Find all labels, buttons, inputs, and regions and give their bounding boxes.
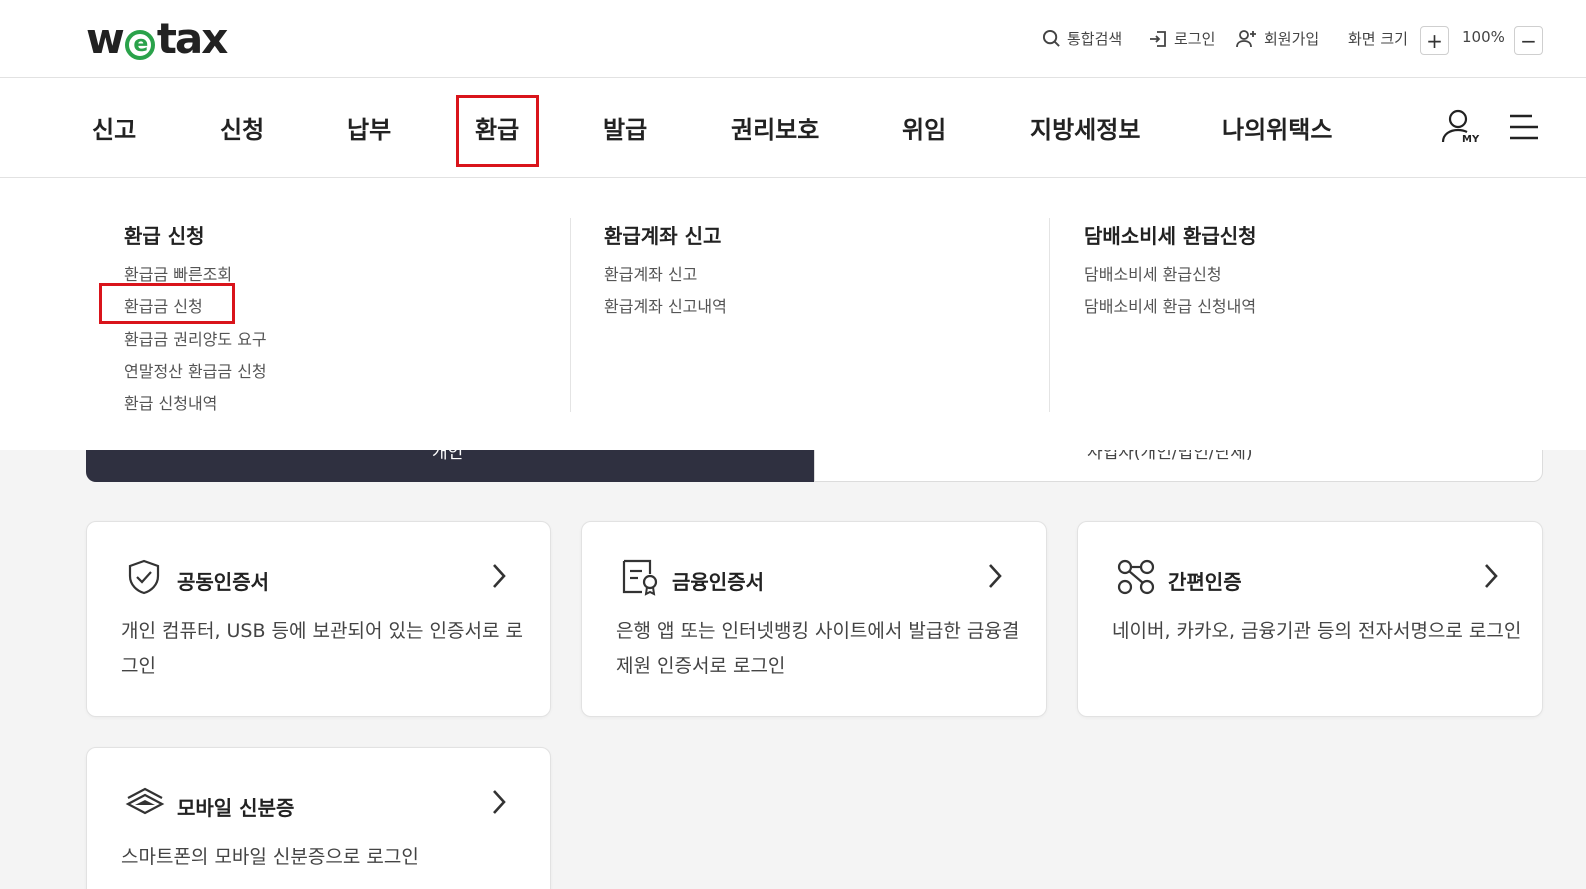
id-card-stack-icon <box>125 787 165 815</box>
menu-title-refund-apply[interactable]: 환급 신청 <box>124 220 205 249</box>
card-description: 은행 앱 또는 인터넷뱅킹 사이트에서 발급한 금융결제원 인증서로 로그인 <box>616 620 1020 677</box>
zoom-value: 100% <box>1462 28 1505 46</box>
refund-mega-menu: 환급 신청 환급금 빠른조회 환급금 신청 환급금 권리양도 요구 연말정산 환… <box>0 178 1586 450</box>
menu-link-tobacco-refund-history[interactable]: 담배소비세 환급 신청내역 <box>1084 293 1256 317</box>
search-icon <box>1042 29 1060 47</box>
chevron-right-icon <box>493 790 506 814</box>
shield-check-icon <box>128 559 160 595</box>
refund-application-highlight-box <box>99 283 235 324</box>
wetax-logo[interactable]: w e tax <box>86 14 228 63</box>
tab-individual-label: 개인 <box>432 450 464 463</box>
signup-link[interactable]: 회원가입 <box>1236 28 1319 49</box>
card-title: 금융인증서 <box>672 570 764 594</box>
tab-business[interactable]: 사업자(개인/법인/단체) <box>814 450 1543 482</box>
card-description: 네이버, 카카오, 금융기관 등의 전자서명으로 로그인 <box>1112 620 1522 642</box>
nav-item-rights[interactable]: 권리보호 <box>731 110 819 145</box>
nav-item-payment[interactable]: 납부 <box>347 110 391 145</box>
login-card-simple-auth[interactable]: 간편인증 네이버, 카카오, 금융기관 등의 전자서명으로 로그인 <box>1077 521 1543 717</box>
nodes-icon <box>1117 559 1155 595</box>
card-title: 공동인증서 <box>177 570 269 594</box>
menu-divider <box>570 218 571 412</box>
tab-individual[interactable]: 개인 <box>86 450 814 482</box>
hamburger-menu-icon <box>1510 114 1538 140</box>
nav-item-issue[interactable]: 발급 <box>603 110 647 145</box>
nav-item-apply[interactable]: 신청 <box>220 110 264 145</box>
menu-link-refund-quick-search[interactable]: 환급금 빠른조회 <box>124 261 232 285</box>
add-user-icon <box>1236 29 1256 47</box>
chevron-right-icon <box>989 564 1002 588</box>
integrated-search-link[interactable]: 통합검색 <box>1042 28 1122 49</box>
card-title: 간편인증 <box>1168 570 1242 594</box>
menu-link-refund-account-history[interactable]: 환급계좌 신고내역 <box>604 293 727 317</box>
nav-item-my-wetax[interactable]: 나의위택스 <box>1222 110 1332 145</box>
menu-divider <box>1049 218 1050 412</box>
chevron-right-icon <box>493 564 506 588</box>
certificate-icon <box>622 559 658 596</box>
menu-link-tobacco-refund-apply[interactable]: 담배소비세 환급신청 <box>1084 261 1222 285</box>
menu-link-refund-account-report[interactable]: 환급계좌 신고 <box>604 261 697 285</box>
top-bar: w e tax 통합검색 로그인 회원가입 화면 크기 + 100% − <box>0 0 1586 78</box>
login-card-financial-certificate[interactable]: 금융인증서 은행 앱 또는 인터넷뱅킹 사이트에서 발급한 금융결제원 인증서로… <box>581 521 1047 717</box>
search-label: 통합검색 <box>1067 30 1123 48</box>
zoom-out-button[interactable]: − <box>1514 26 1543 55</box>
main-nav: 신고 신청 납부 환급 발급 권리보호 위임 지방세정보 나의위택스 MY <box>0 78 1586 178</box>
nav-item-local-tax-info[interactable]: 지방세정보 <box>1030 110 1140 145</box>
menu-title-tobacco-refund[interactable]: 담배소비세 환급신청 <box>1084 220 1257 249</box>
menu-link-year-end-refund[interactable]: 연말정산 환급금 신청 <box>124 358 267 382</box>
nav-item-report[interactable]: 신고 <box>92 110 136 145</box>
card-title: 모바일 신분증 <box>177 796 295 820</box>
signup-label: 회원가입 <box>1264 30 1320 48</box>
login-link[interactable]: 로그인 <box>1148 28 1215 49</box>
chevron-right-icon <box>1485 564 1498 588</box>
zoom-label: 화면 크기 <box>1348 30 1408 48</box>
menu-title-refund-account[interactable]: 환급계좌 신고 <box>604 220 721 249</box>
my-page-button[interactable]: MY <box>1440 108 1480 152</box>
all-menu-button[interactable] <box>1508 112 1540 146</box>
card-description: 개인 컴퓨터, USB 등에 보관되어 있는 인증서로 로그인 <box>121 620 523 677</box>
login-label: 로그인 <box>1174 30 1216 48</box>
my-label: MY <box>1462 134 1480 145</box>
refund-highlight-box <box>456 95 539 167</box>
tab-business-label: 사업자(개인/법인/단체) <box>1087 450 1253 463</box>
menu-link-refund-rights-transfer[interactable]: 환급금 권리양도 요구 <box>124 326 267 350</box>
zoom-in-button[interactable]: + <box>1420 26 1449 55</box>
card-description: 스마트폰의 모바일 신분증으로 로그인 <box>121 846 419 868</box>
menu-link-refund-history[interactable]: 환급 신청내역 <box>124 390 217 414</box>
login-icon <box>1150 30 1166 47</box>
login-card-joint-certificate[interactable]: 공동인증서 개인 컴퓨터, USB 등에 보관되어 있는 인증서로 로그인 <box>86 521 551 717</box>
login-card-mobile-id[interactable]: 모바일 신분증 스마트폰의 모바일 신분증으로 로그인 <box>86 747 551 889</box>
nav-item-delegation[interactable]: 위임 <box>902 110 946 145</box>
